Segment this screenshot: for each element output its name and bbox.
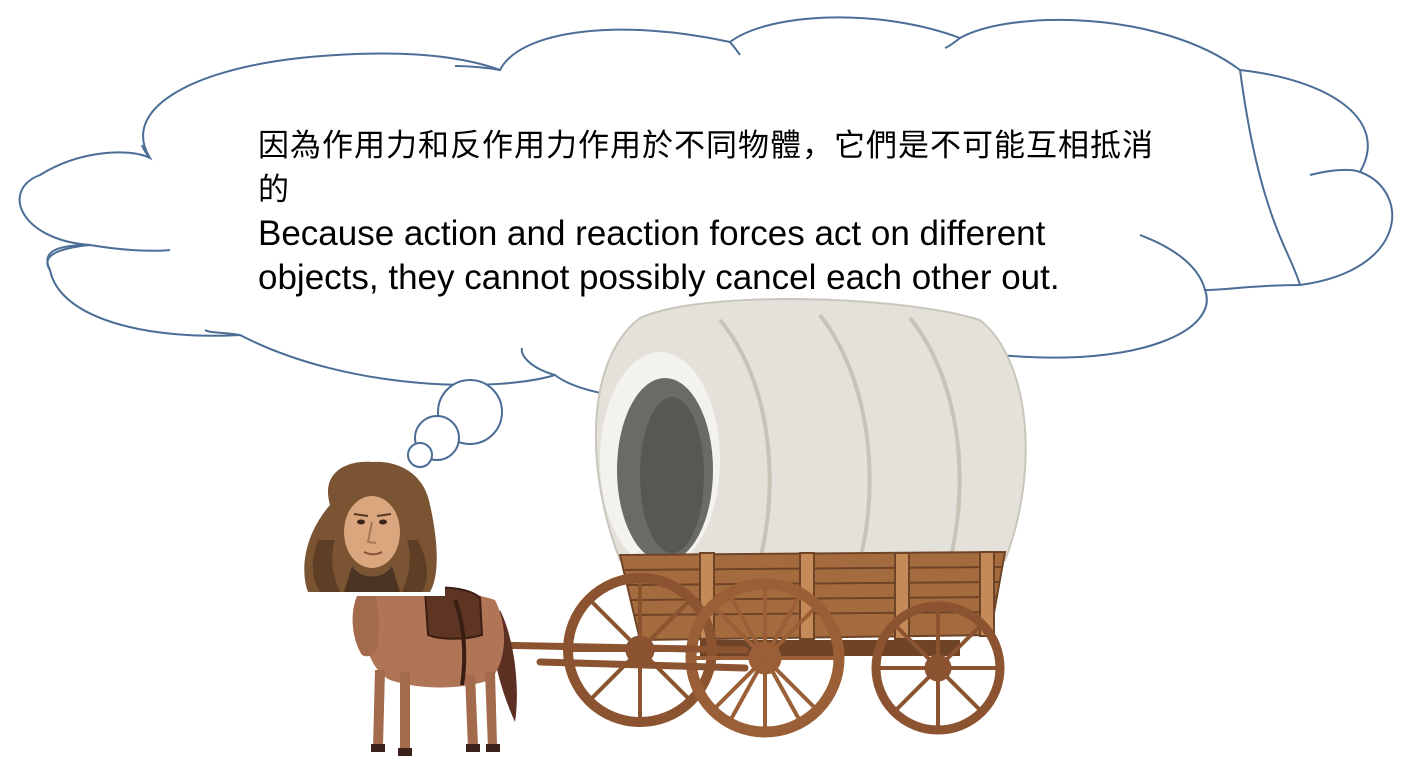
wagon-wheel-rear-right — [871, 601, 1005, 735]
thought-bubble-text: 因為作用力和反作用力作用於不同物體，它們是不可能互相抵消的 Because ac… — [258, 124, 1158, 300]
thought-text-english: Because action and reaction forces act o… — [258, 214, 1060, 297]
newton-portrait-icon — [304, 461, 437, 592]
thought-text-chinese: 因為作用力和反作用力作用於不同物體，它們是不可能互相抵消的 — [258, 128, 1154, 208]
thought-bubble-small-icon — [407, 379, 503, 468]
wagon-wheel-front — [685, 578, 845, 738]
illustration-scene — [18, 16, 1393, 756]
horse-icon — [300, 586, 517, 756]
